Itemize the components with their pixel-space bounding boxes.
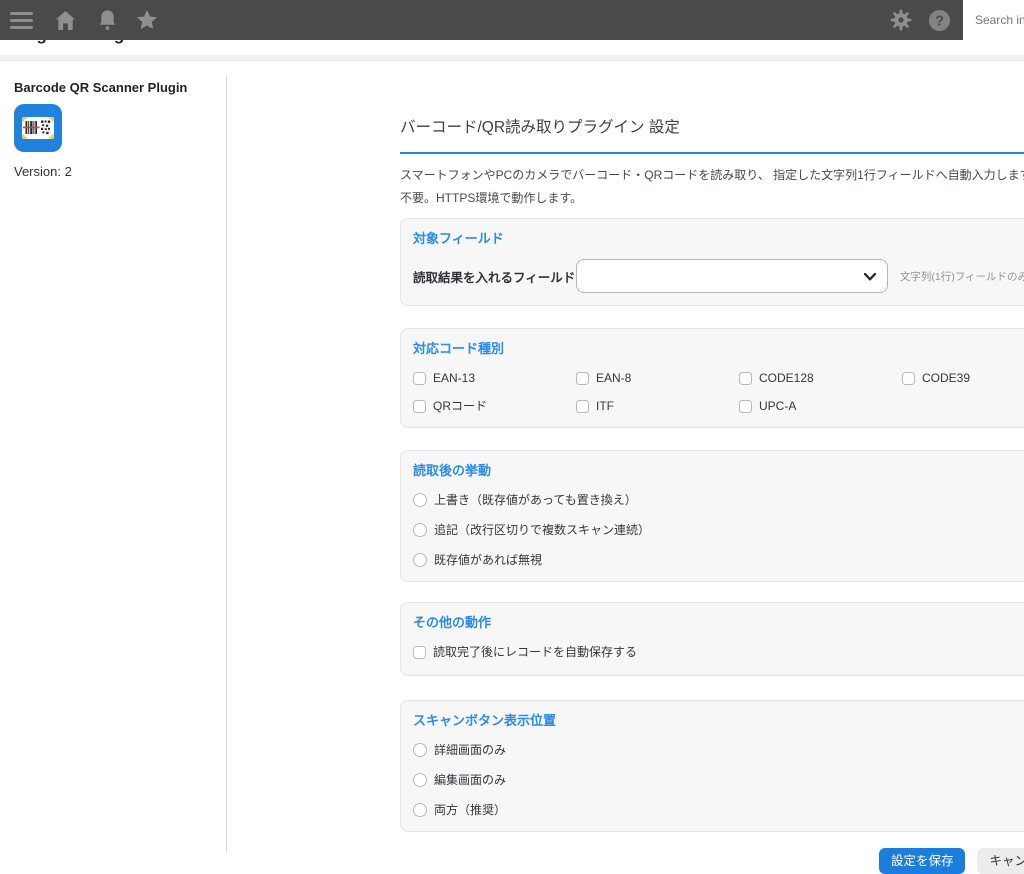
radio-both-recommended[interactable]: 両方（推奨） [413,801,1024,819]
radio-icon [413,493,427,507]
target-field-label: 読取結果を入れるフィールド [413,267,576,286]
target-field-select[interactable] [576,259,887,293]
checkbox-label: UPC-A [759,397,796,415]
radio-icon [413,773,427,787]
section-other-behavior: その他の動作 読取完了後にレコードを自動保存する [400,602,1024,676]
checkbox-code128[interactable]: CODE128 [739,369,902,387]
barcode-qr-icon [14,104,62,152]
checkbox-auto-save[interactable]: 読取完了後にレコードを自動保存する [413,643,1024,661]
header-divider [0,55,1024,61]
section-target-field: 対象フィールド 読取結果を入れるフィールド 文字列(1行)フィールドのみ選択 [400,218,1024,306]
checkbox-icon [413,646,426,659]
radio-label: 既存値があれば無視 [434,551,542,569]
sidebar-divider [226,75,227,853]
section-button-position: スキャンボタン表示位置 詳細画面のみ 編集画面のみ 両方（推奨） [400,700,1024,832]
radio-overwrite[interactable]: 上書き（既存値があっても置き換え） [413,491,1024,509]
section-heading-other-behavior: その他の動作 [413,615,1024,631]
checkbox-code39[interactable]: CODE39 [902,369,1024,387]
plugin-name: Barcode QR Scanner Plugin [14,80,226,96]
favorites-button[interactable] [135,9,159,31]
plugin-version: Version: 2 [14,164,226,179]
checkbox-label: ITF [596,397,614,415]
hamburger-icon [10,12,33,29]
help-button[interactable]: ? [928,9,951,32]
plugin-settings-panel: バーコード/QR読み取りプラグイン 設定 スマートフォンやPCのカメラでバーコー… [400,62,1024,874]
checkbox-ean8[interactable]: EAN-8 [576,369,739,387]
radio-append[interactable]: 追記（改行区切りで複数スキャン連続） [413,521,1024,539]
title-underline [400,152,1024,154]
radio-detail-screen-only[interactable]: 詳細画面のみ [413,741,1024,759]
help-icon: ? [928,9,951,32]
target-field-note: 文字列(1行)フィールドのみ選択 [900,269,1024,284]
scan-line [23,127,40,129]
cancel-button[interactable]: キャンセル [977,848,1024,874]
radio-label: 両方（推奨） [434,801,506,819]
top-navigation-bar: ? Search in [0,0,1024,40]
radio-edit-screen-only[interactable]: 編集画面のみ [413,771,1024,789]
section-heading-code-types: 対応コード種別 [413,341,1024,357]
hamburger-menu-button[interactable] [10,12,33,29]
page-title: バーコード/QR読み取りプラグイン 設定 [400,117,1024,139]
plugin-sidebar: Barcode QR Scanner Plugin [0,62,226,853]
section-heading-button-position: スキャンボタン表示位置 [413,713,1024,729]
settings-button[interactable] [889,8,913,32]
radio-icon [413,553,427,567]
plugin-description: スマートフォンやPCのカメラでバーコード・QRコードを読み取り、 指定した文字列… [400,164,1024,210]
checkbox-qrcode[interactable]: QRコード [413,397,576,415]
checkbox-itf[interactable]: ITF [576,397,739,415]
star-icon [135,9,159,31]
gear-icon [889,8,913,32]
checkbox-icon [413,372,426,385]
checkbox-icon [413,400,426,413]
radio-label: 詳細画面のみ [434,741,506,759]
checkbox-ean13[interactable]: EAN-13 [413,369,576,387]
notifications-button[interactable] [96,9,119,31]
plugin-icon [14,104,62,152]
description-line-1: スマートフォンやPCのカメラでバーコード・QRコードを読み取り、 指定した文字列… [400,164,1024,187]
checkbox-icon [739,400,752,413]
checkbox-label: 読取完了後にレコードを自動保存する [433,643,637,661]
checkbox-upca[interactable]: UPC-A [739,397,902,415]
checkbox-icon [576,400,589,413]
radio-icon [413,523,427,537]
chevron-down-icon [864,273,876,281]
checkbox-label: EAN-13 [433,369,475,387]
search-input[interactable]: Search in [963,0,1024,40]
home-icon [54,10,77,31]
section-heading-target-field: 対象フィールド [413,231,1024,247]
checkbox-label: CODE128 [759,369,814,387]
svg-text:?: ? [935,13,944,29]
checkbox-label: QRコード [433,397,487,415]
checkbox-label: CODE39 [922,369,970,387]
radio-label: 追記（改行区切りで複数スキャン連続） [434,521,650,539]
action-buttons-row: 設定を保存 キャンセル [400,848,1024,874]
radio-icon [413,743,427,757]
checkbox-label: EAN-8 [596,369,631,387]
save-settings-button[interactable]: 設定を保存 [879,848,966,874]
radio-ignore-existing[interactable]: 既存値があれば無視 [413,551,1024,569]
checkbox-icon [739,372,752,385]
bell-icon [96,9,119,31]
description-line-2: 不要。HTTPS環境で動作します。 [400,187,1024,210]
radio-icon [413,803,427,817]
section-code-types: 対応コード種別 EAN-13 EAN-8 CODE128 CODE39 QRコー… [400,328,1024,428]
radio-label: 上書き（既存値があっても置き換え） [434,491,637,509]
radio-label: 編集画面のみ [434,771,506,789]
home-button[interactable] [54,10,77,31]
section-after-scan: 読取後の挙動 上書き（既存値があっても置き換え） 追記（改行区切りで複数スキャン… [400,450,1024,582]
checkbox-icon [902,372,915,385]
section-heading-after-scan: 読取後の挙動 [413,463,1024,479]
checkbox-icon [576,372,589,385]
